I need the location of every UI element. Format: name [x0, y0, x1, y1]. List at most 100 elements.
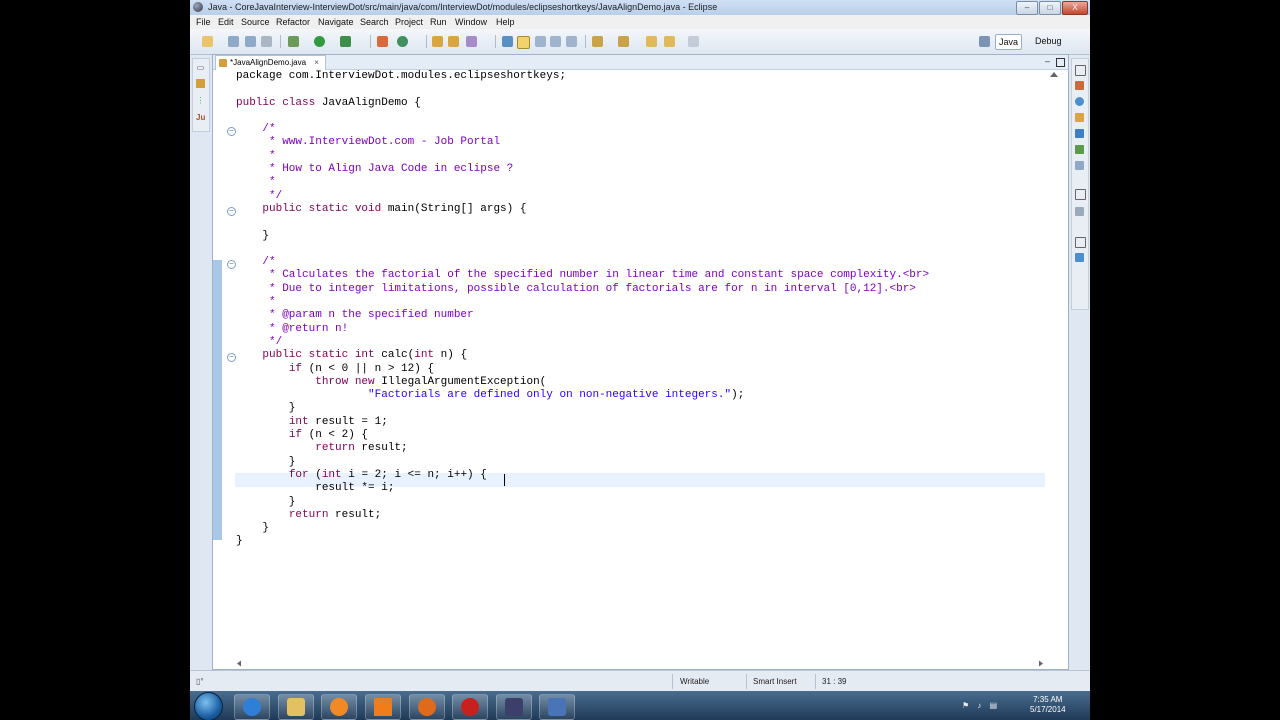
start-button[interactable] [194, 692, 223, 720]
close-button[interactable]: X [1062, 1, 1088, 15]
search-icon[interactable] [466, 36, 477, 47]
code-line[interactable]: if (n < 2) { [236, 429, 929, 442]
horizontal-scrollbar[interactable] [235, 659, 1045, 668]
taskbar-filezilla[interactable] [452, 694, 488, 720]
block-selection-icon[interactable] [550, 36, 561, 47]
code-line[interactable]: } [236, 535, 929, 548]
menu-run[interactable]: Run [430, 17, 447, 27]
show-whitespace-icon[interactable] [535, 36, 546, 47]
code-line[interactable]: "Factorials are defined only on non-nega… [236, 389, 929, 402]
back-icon[interactable] [664, 36, 675, 47]
javadoc-icon[interactable] [1075, 129, 1084, 138]
maximize-button[interactable]: □ [1039, 1, 1061, 15]
new-icon[interactable] [202, 36, 213, 47]
code-line[interactable] [236, 243, 929, 256]
new-java-class-icon[interactable] [397, 36, 408, 47]
view-stack-icon[interactable] [1075, 207, 1084, 216]
code-line[interactable]: public class JavaAlignDemo { [236, 97, 929, 110]
code-line[interactable]: result *= i; [236, 482, 929, 495]
new-java-package-icon[interactable] [377, 36, 388, 47]
minimize-button[interactable]: – [1016, 1, 1038, 15]
hierarchy-icon[interactable]: ⋮ [196, 96, 205, 105]
taskbar-media-player[interactable] [321, 694, 357, 720]
menu-window[interactable]: Window [455, 17, 487, 27]
taskbar-eclipse[interactable] [496, 694, 532, 720]
fast-view-icon[interactable]: ▯° [196, 677, 204, 686]
code-line[interactable]: } [236, 456, 929, 469]
open-type-icon[interactable] [432, 36, 443, 47]
taskbar-vlc[interactable] [365, 694, 401, 720]
code-line[interactable]: } [236, 522, 929, 535]
code-line[interactable]: /* [236, 123, 929, 136]
restore-icon[interactable] [1075, 237, 1086, 248]
problems-icon[interactable] [1075, 113, 1084, 122]
taskbar-firefox[interactable] [409, 694, 445, 720]
code-line[interactable]: } [236, 496, 929, 509]
code-line[interactable]: if (n < 0 || n > 12) { [236, 363, 929, 376]
taskbar-explorer[interactable] [278, 694, 314, 720]
code-line[interactable]: throw new IllegalArgumentException( [236, 376, 929, 389]
menu-edit[interactable]: Edit [218, 17, 234, 27]
code-line[interactable]: } [236, 402, 929, 415]
menu-search[interactable]: Search [360, 17, 389, 27]
console-icon[interactable] [1075, 161, 1084, 170]
taskbar-internet-explorer[interactable] [234, 694, 270, 720]
taskbar-save-app[interactable] [539, 694, 575, 720]
external-tools-icon[interactable] [340, 36, 351, 47]
menu-refactor[interactable]: Refactor [276, 17, 310, 27]
next-annotation-icon[interactable] [592, 36, 603, 47]
restore-icon[interactable]: ▭ [196, 63, 205, 72]
code-line[interactable]: * www.InterviewDot.com - Job Portal [236, 136, 929, 149]
declaration-icon[interactable] [1075, 145, 1084, 154]
java-perspective-button[interactable]: Java [995, 34, 1023, 50]
save-icon[interactable] [228, 36, 239, 47]
code-line[interactable]: for (int i = 2; i <= n; i++) { [236, 469, 929, 482]
volume-icon[interactable]: ♪ [977, 701, 981, 710]
code-line[interactable]: * [236, 296, 929, 309]
code-line[interactable]: */ [236, 190, 929, 203]
outline-icon[interactable] [1075, 97, 1084, 106]
run-icon[interactable] [314, 36, 325, 47]
code-line[interactable]: return result; [236, 442, 929, 455]
clock[interactable]: 7:35 AM 5/17/2014 [1030, 695, 1066, 715]
vertical-scrollbar[interactable] [1048, 70, 1060, 660]
code-line[interactable]: * [236, 176, 929, 189]
menu-file[interactable]: File [196, 17, 211, 27]
fold-toggle-icon[interactable]: – [227, 207, 236, 216]
code-editor[interactable]: *JavaAlignDemo.java × – – – – – package … [212, 54, 1069, 670]
fold-toggle-icon[interactable]: – [227, 127, 236, 136]
minimize-editor-icon[interactable]: – [1045, 56, 1050, 66]
code-line[interactable]: */ [236, 336, 929, 349]
previous-annotation-icon[interactable] [618, 36, 629, 47]
code-line[interactable]: /* [236, 256, 929, 269]
code-line[interactable]: * Due to integer limitations, possible c… [236, 283, 929, 296]
code-line[interactable]: * [236, 150, 929, 163]
paragraph-icon[interactable] [566, 36, 577, 47]
code-line[interactable]: * @param n the specified number [236, 309, 929, 322]
code-line[interactable]: public static void main(String[] args) { [236, 203, 929, 216]
code-line[interactable] [236, 83, 929, 96]
hierarchy-view-icon[interactable] [1075, 253, 1084, 262]
editor-tab[interactable]: *JavaAlignDemo.java × [215, 55, 326, 70]
flag-icon[interactable]: ⚑ [962, 701, 969, 710]
menu-source[interactable]: Source [241, 17, 270, 27]
code-line[interactable]: return result; [236, 509, 929, 522]
toggle-mark-occurrences-icon[interactable] [502, 36, 513, 47]
code-line[interactable] [236, 110, 929, 123]
code-line[interactable]: public static int calc(int n) { [236, 349, 929, 362]
tab-close-icon[interactable]: × [314, 58, 319, 67]
debug-perspective-button[interactable]: Debug [1032, 34, 1065, 48]
code-line[interactable] [236, 216, 929, 229]
network-icon[interactable]: ▤ [990, 701, 998, 710]
restore-icon[interactable] [1075, 65, 1086, 76]
menu-help[interactable]: Help [496, 17, 515, 27]
debug-icon[interactable] [288, 36, 299, 47]
code-line[interactable]: * @return n! [236, 323, 929, 336]
fold-toggle-icon[interactable]: – [227, 260, 236, 269]
junit-icon[interactable]: Ju [196, 113, 205, 122]
menu-project[interactable]: Project [395, 17, 423, 27]
task-list-icon[interactable] [1075, 81, 1084, 90]
restore-icon[interactable] [1075, 189, 1086, 200]
package-explorer-icon[interactable] [196, 79, 205, 88]
toggle-highlight-icon[interactable] [517, 36, 530, 49]
